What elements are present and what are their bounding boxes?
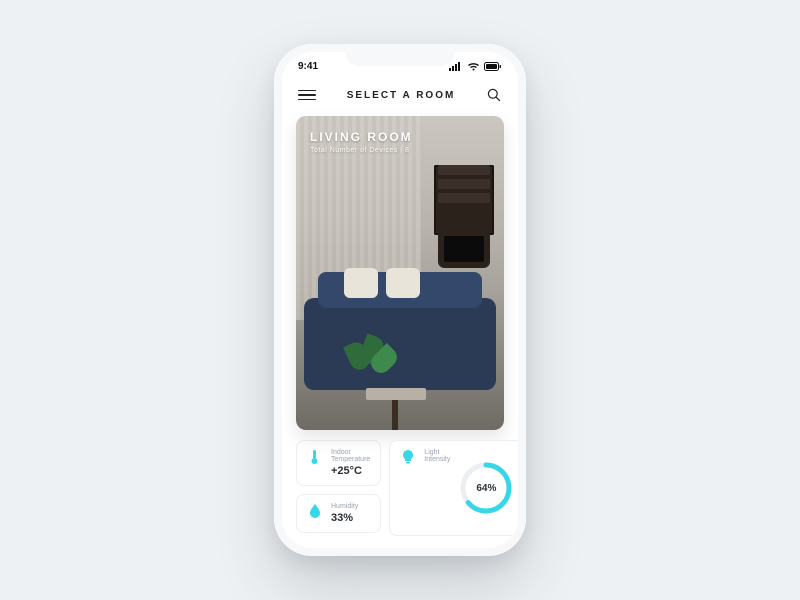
- status-time: 9:41: [298, 61, 318, 72]
- tile-temperature[interactable]: Indoor Temperature +25°C: [296, 440, 381, 486]
- battery-icon: [484, 62, 502, 71]
- app-header: SELECT A ROOM: [282, 80, 518, 110]
- wifi-icon: [467, 62, 480, 71]
- search-icon[interactable]: [486, 87, 502, 103]
- light-intensity-gauge: 64%: [458, 460, 514, 516]
- room-sofa: [304, 298, 496, 390]
- room-shelf: [434, 161, 494, 235]
- tile-label: Humidity: [331, 503, 358, 510]
- thermometer-icon: [307, 449, 323, 465]
- lightbulb-icon: [400, 449, 416, 465]
- notch: [345, 44, 455, 66]
- room-table: [366, 388, 426, 400]
- droplet-icon: [307, 503, 323, 519]
- room-name: LIVING ROOM: [310, 130, 413, 144]
- tile-value: 33%: [331, 512, 358, 524]
- screen: 9:41 SELECT A ROOM: [282, 52, 518, 548]
- room-tv: [444, 236, 484, 262]
- tile-humidity[interactable]: Humidity 33%: [296, 494, 381, 533]
- phone-frame: 9:41 SELECT A ROOM: [274, 44, 526, 556]
- room-card-living-room[interactable]: LIVING ROOM Total Number of Devices | 8: [296, 116, 504, 430]
- menu-icon[interactable]: [298, 90, 316, 101]
- room-text: LIVING ROOM Total Number of Devices | 8: [310, 130, 413, 154]
- signal-icon: [449, 62, 463, 71]
- tile-light-intensity[interactable]: Light Intensity 64%: [389, 440, 518, 536]
- light-intensity-value: 64%: [458, 460, 514, 516]
- room-plant: [348, 336, 396, 384]
- tile-label: Light Intensity: [424, 449, 450, 463]
- content: LIVING ROOM Total Number of Devices | 8 …: [282, 110, 518, 548]
- room-devices-label: Total Number of Devices | 8: [310, 147, 413, 154]
- tile-value: +25°C: [331, 465, 370, 477]
- tile-label: Indoor Temperature: [331, 449, 370, 463]
- status-indicators: [449, 62, 502, 71]
- page-title: SELECT A ROOM: [347, 90, 456, 101]
- stats-col-left: Indoor Temperature +25°C Humidity 33%: [296, 440, 381, 536]
- stats-row: Indoor Temperature +25°C Humidity 33%: [296, 440, 504, 536]
